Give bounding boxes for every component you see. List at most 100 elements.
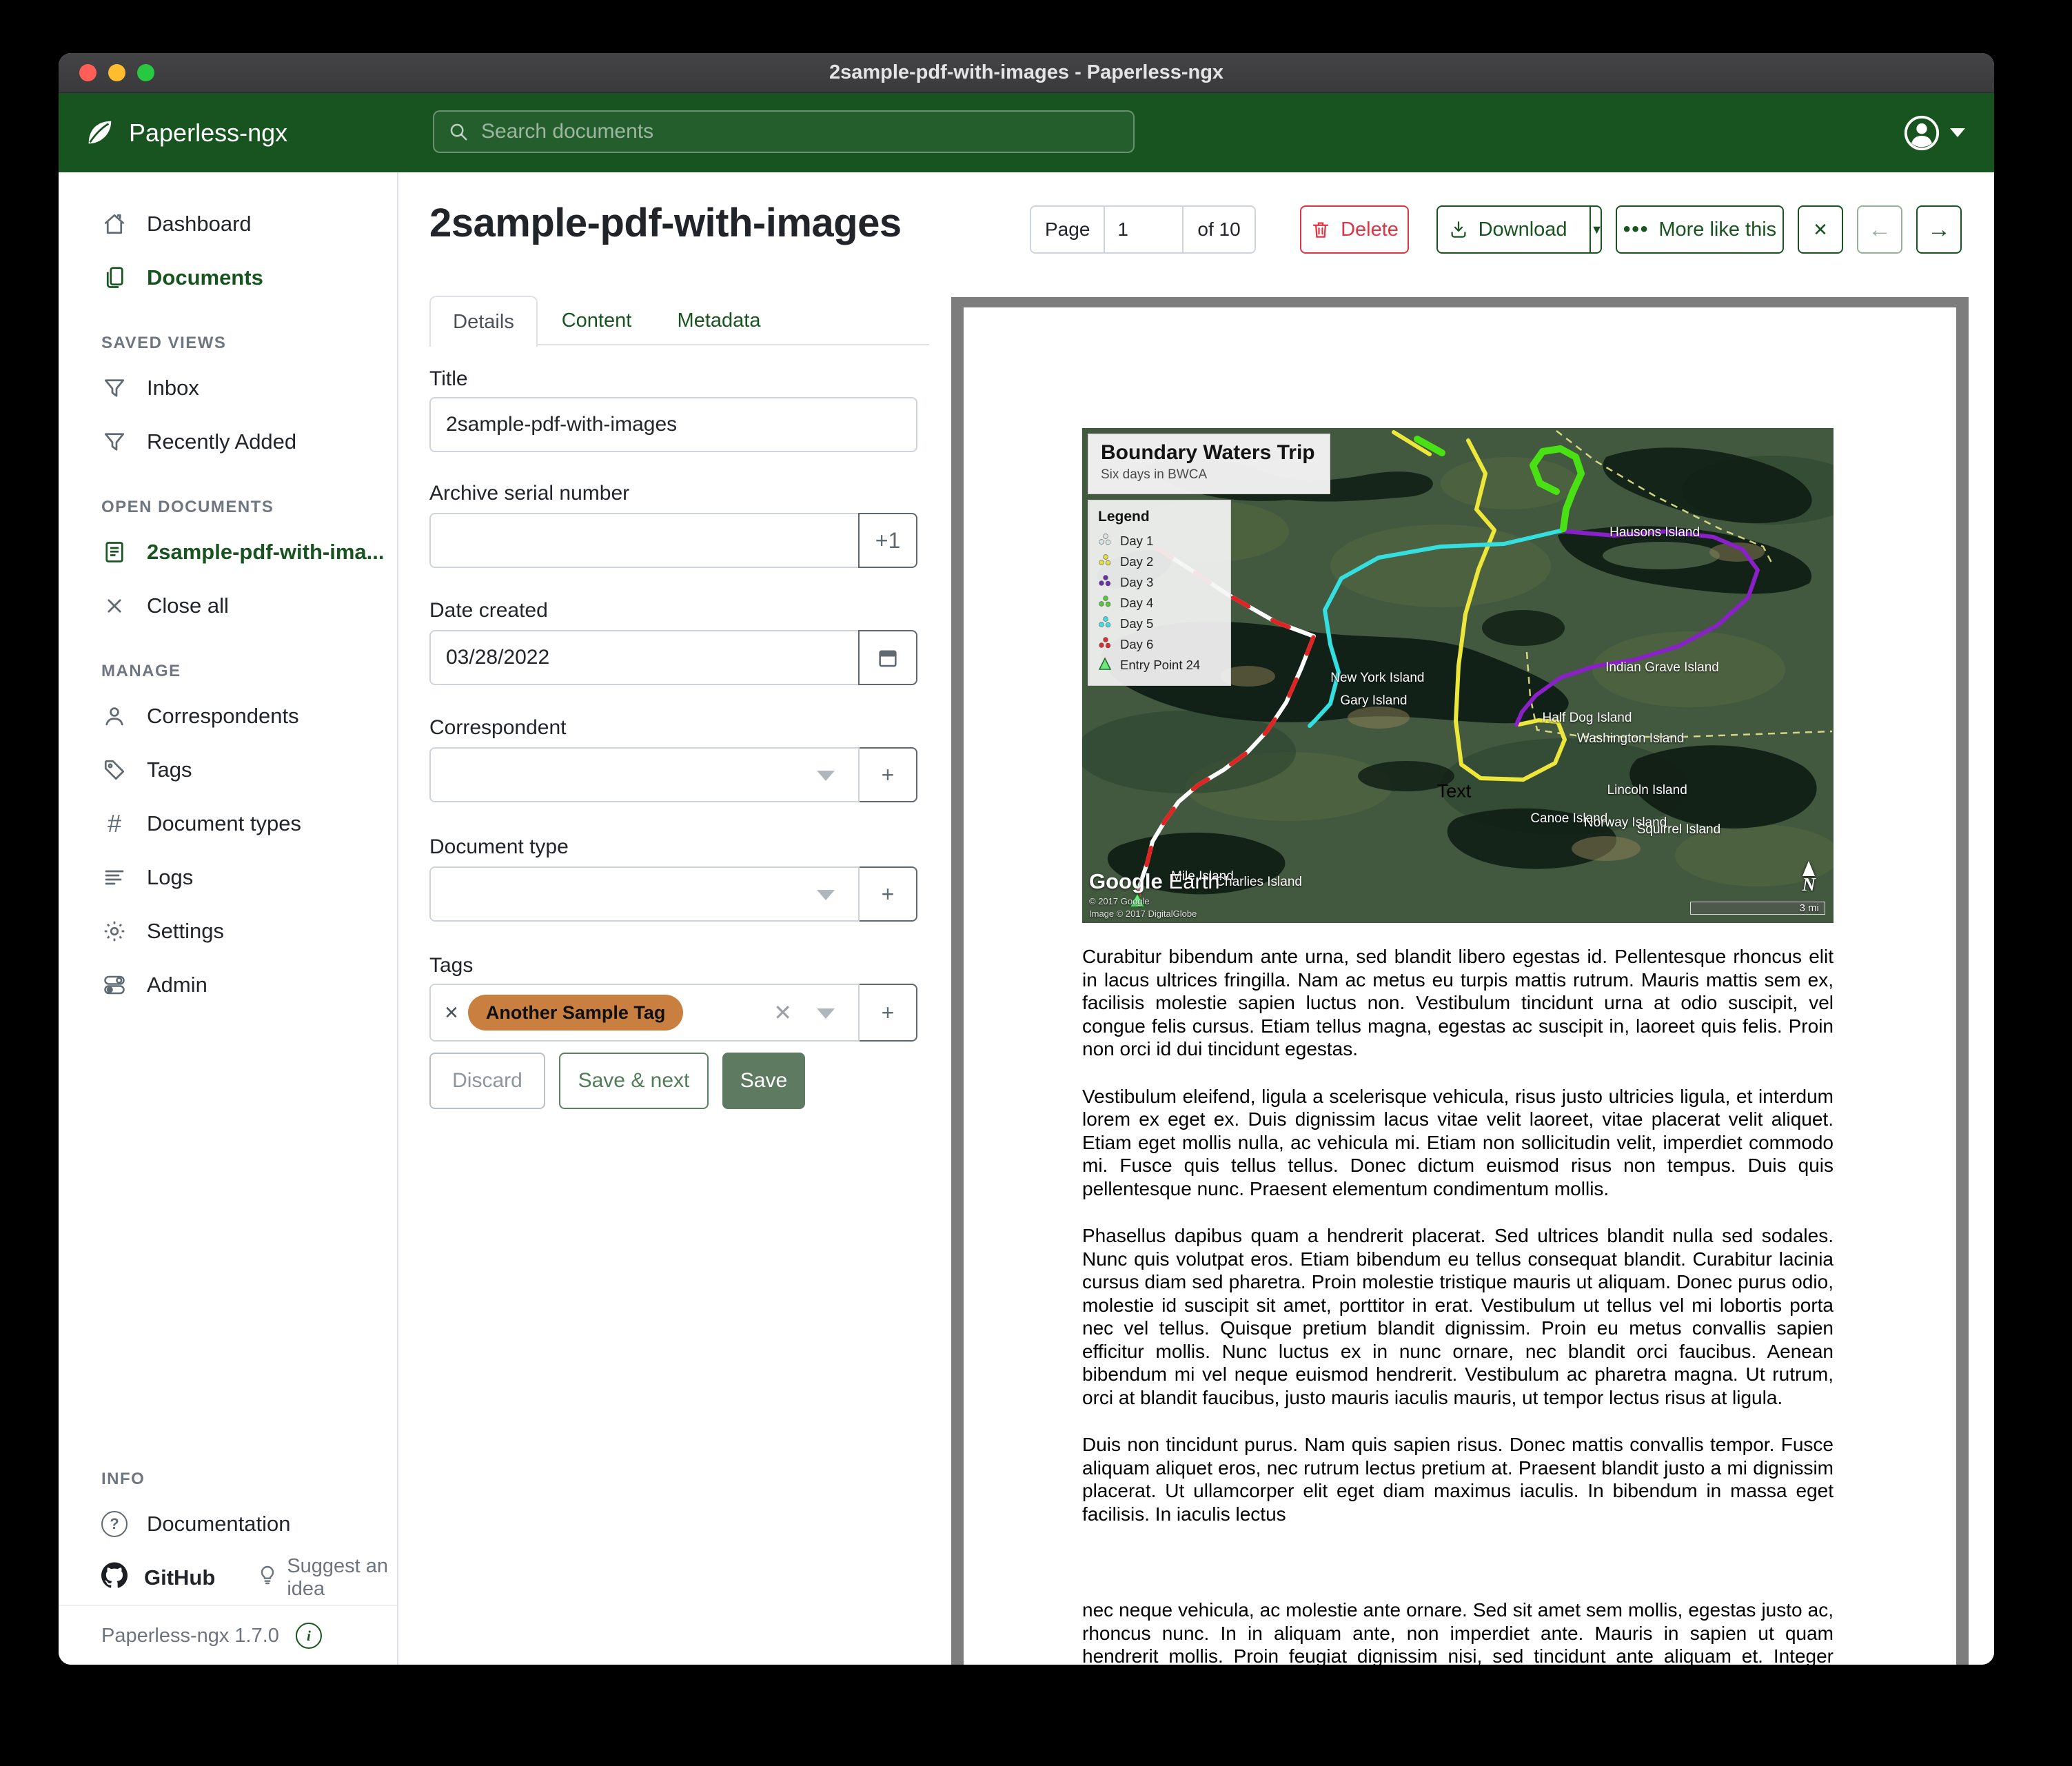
caret-down-icon: ▼ [1591, 223, 1603, 237]
sidebar-item-close-all[interactable]: Close all [59, 579, 397, 633]
sidebar-item-github[interactable]: GitHub [101, 1562, 215, 1594]
sidebar-item-dashboard[interactable]: Dashboard [59, 197, 397, 251]
map-island-label: New York Island [1330, 671, 1424, 686]
date-created-input[interactable] [429, 630, 860, 685]
map-image: New York IslandGary IslandHausons Island… [1082, 428, 1834, 923]
remove-tag-icon[interactable]: × [445, 999, 458, 1026]
titlebar: 2sample-pdf-with-images - Paperless-ngx [59, 53, 1994, 93]
sidebar-item-tags[interactable]: Tags [59, 743, 397, 797]
tag-icon [101, 757, 128, 783]
delete-button[interactable]: Delete [1300, 205, 1409, 254]
sidebar-item-label: Suggest an idea [287, 1555, 397, 1601]
previous-document-button[interactable]: ← [1857, 205, 1902, 254]
close-document-button[interactable]: ✕ [1798, 205, 1843, 254]
pdf-paragraph-2: Vestibulum eleifend, ligula a scelerisqu… [1082, 1085, 1834, 1201]
map-legend-item: Day 5 [1098, 613, 1221, 634]
map-legend-items: Day 1Day 2Day 3Day 4Day 5Day 6Entry Poin… [1098, 531, 1221, 676]
title-input[interactable] [429, 397, 917, 452]
sidebar-item-correspondents[interactable]: Correspondents [59, 689, 397, 743]
tab-content[interactable]: Content [550, 296, 643, 345]
toggles-icon [101, 972, 128, 998]
sidebar-item-document-types[interactable]: # Document types [59, 797, 397, 851]
map-legend-item: Day 6 [1098, 634, 1221, 655]
sidebar-item-label: 2sample-pdf-with-ima... [147, 540, 384, 565]
correspondent-label: Correspondent [429, 716, 566, 740]
sidebar-item-admin[interactable]: Admin [59, 958, 397, 1012]
minimize-window-button[interactable] [108, 64, 125, 81]
page-number-input[interactable] [1104, 207, 1184, 252]
save-button[interactable]: Save [722, 1053, 805, 1109]
sidebar-item-recently-added[interactable]: Recently Added [59, 415, 397, 469]
sidebar-item-logs[interactable]: Logs [59, 851, 397, 904]
discard-button[interactable]: Discard [429, 1053, 545, 1109]
date-created-label: Date created [429, 599, 548, 622]
sidebar-section-saved-views: SAVED VIEWS [59, 305, 397, 361]
search-input[interactable] [480, 119, 1119, 144]
tags-select[interactable]: × Another Sample Tag ✕ [429, 984, 860, 1042]
map-legend-item: Day 2 [1098, 551, 1221, 572]
title-field-label: Title [429, 367, 468, 391]
info-icon[interactable]: i [296, 1623, 322, 1649]
sidebar-item-label: Correspondents [147, 704, 299, 729]
next-document-button[interactable]: → [1916, 205, 1962, 254]
user-menu[interactable] [1903, 93, 1965, 172]
document-type-select[interactable] [429, 866, 860, 922]
asn-plus-one-button[interactable]: +1 [858, 513, 917, 568]
hash-icon: # [101, 811, 128, 837]
add-correspondent-button[interactable]: + [858, 747, 917, 802]
close-icon: ✕ [1813, 219, 1828, 241]
trail-dots-icon [1098, 616, 1112, 633]
trail-dots-icon [1098, 595, 1112, 612]
map-island-label: Half Dog Island [1543, 711, 1632, 726]
sidebar-bottom: INFO ? Documentation GitHub Suggest an i… [59, 1470, 397, 1665]
question-circle-icon: ? [101, 1511, 128, 1537]
map-legend-title: Legend [1098, 509, 1221, 525]
app-name: Paperless-ngx [129, 119, 287, 148]
sidebar-item-inbox[interactable]: Inbox [59, 361, 397, 415]
arrow-right-icon: → [1927, 218, 1951, 241]
correspondent-select[interactable] [429, 747, 860, 802]
plus-icon: + [882, 762, 895, 788]
page-title: 2sample-pdf-with-images [429, 200, 902, 246]
download-options-caret[interactable]: ▼ [1589, 207, 1603, 252]
sidebar-item-documents[interactable]: Documents [59, 251, 397, 305]
sidebar-item-label: Document types [147, 811, 301, 836]
tab-metadata[interactable]: Metadata [671, 296, 767, 345]
pdf-paragraph-5: nec neque vehicula, ac molestie ante orn… [1082, 1598, 1834, 1665]
sidebar-item-suggest-idea[interactable]: Suggest an idea [256, 1555, 397, 1601]
download-button[interactable]: Download ▼ [1436, 205, 1602, 254]
search-bar[interactable] [433, 110, 1135, 153]
tag-chip[interactable]: Another Sample Tag [468, 995, 684, 1031]
sidebar-item-documentation[interactable]: ? Documentation [59, 1497, 397, 1551]
sidebar-item-open-document[interactable]: 2sample-pdf-with-ima... [59, 525, 397, 579]
app-brand[interactable]: Paperless-ngx [83, 117, 287, 149]
map-legend-item: Entry Point 24 [1098, 655, 1221, 676]
sidebar-item-settings[interactable]: Settings [59, 904, 397, 958]
add-document-type-button[interactable]: + [858, 866, 917, 922]
add-tag-button[interactable]: + [858, 984, 917, 1042]
close-window-button[interactable] [79, 64, 97, 81]
filter-icon [101, 429, 128, 455]
pdf-preview-pane[interactable]: New York IslandGary IslandHausons Island… [951, 297, 1969, 1665]
close-icon [101, 593, 128, 619]
documents-icon [101, 265, 128, 291]
sidebar-item-label: Admin [147, 973, 207, 997]
pdf-text: Curabitur bibendum ante urna, sed blandi… [1082, 945, 1834, 1665]
app-header: Paperless-ngx [59, 93, 1994, 172]
logs-icon [101, 864, 128, 891]
zoom-window-button[interactable] [137, 64, 154, 81]
asn-input[interactable] [429, 513, 860, 568]
save-and-next-button[interactable]: Save & next [559, 1053, 709, 1109]
calendar-button[interactable] [858, 630, 917, 685]
tab-details[interactable]: Details [429, 296, 538, 347]
sidebar: Dashboard Documents SAVED VIEWS Inbox Re… [59, 172, 398, 1665]
pdf-page: New York IslandGary IslandHausons Island… [964, 307, 1956, 1665]
clear-tags-icon[interactable]: ✕ [773, 999, 792, 1026]
sidebar-item-label: Recently Added [147, 429, 296, 454]
version-row: Paperless-ngx 1.7.0 i [59, 1605, 397, 1665]
more-like-this-button[interactable]: ••• More like this [1616, 205, 1784, 254]
map-scale-bar: 3 mi [1690, 902, 1825, 915]
sidebar-item-label: Tags [147, 758, 192, 782]
map-text-annotation: Text [1437, 781, 1472, 802]
calendar-icon [876, 646, 900, 669]
